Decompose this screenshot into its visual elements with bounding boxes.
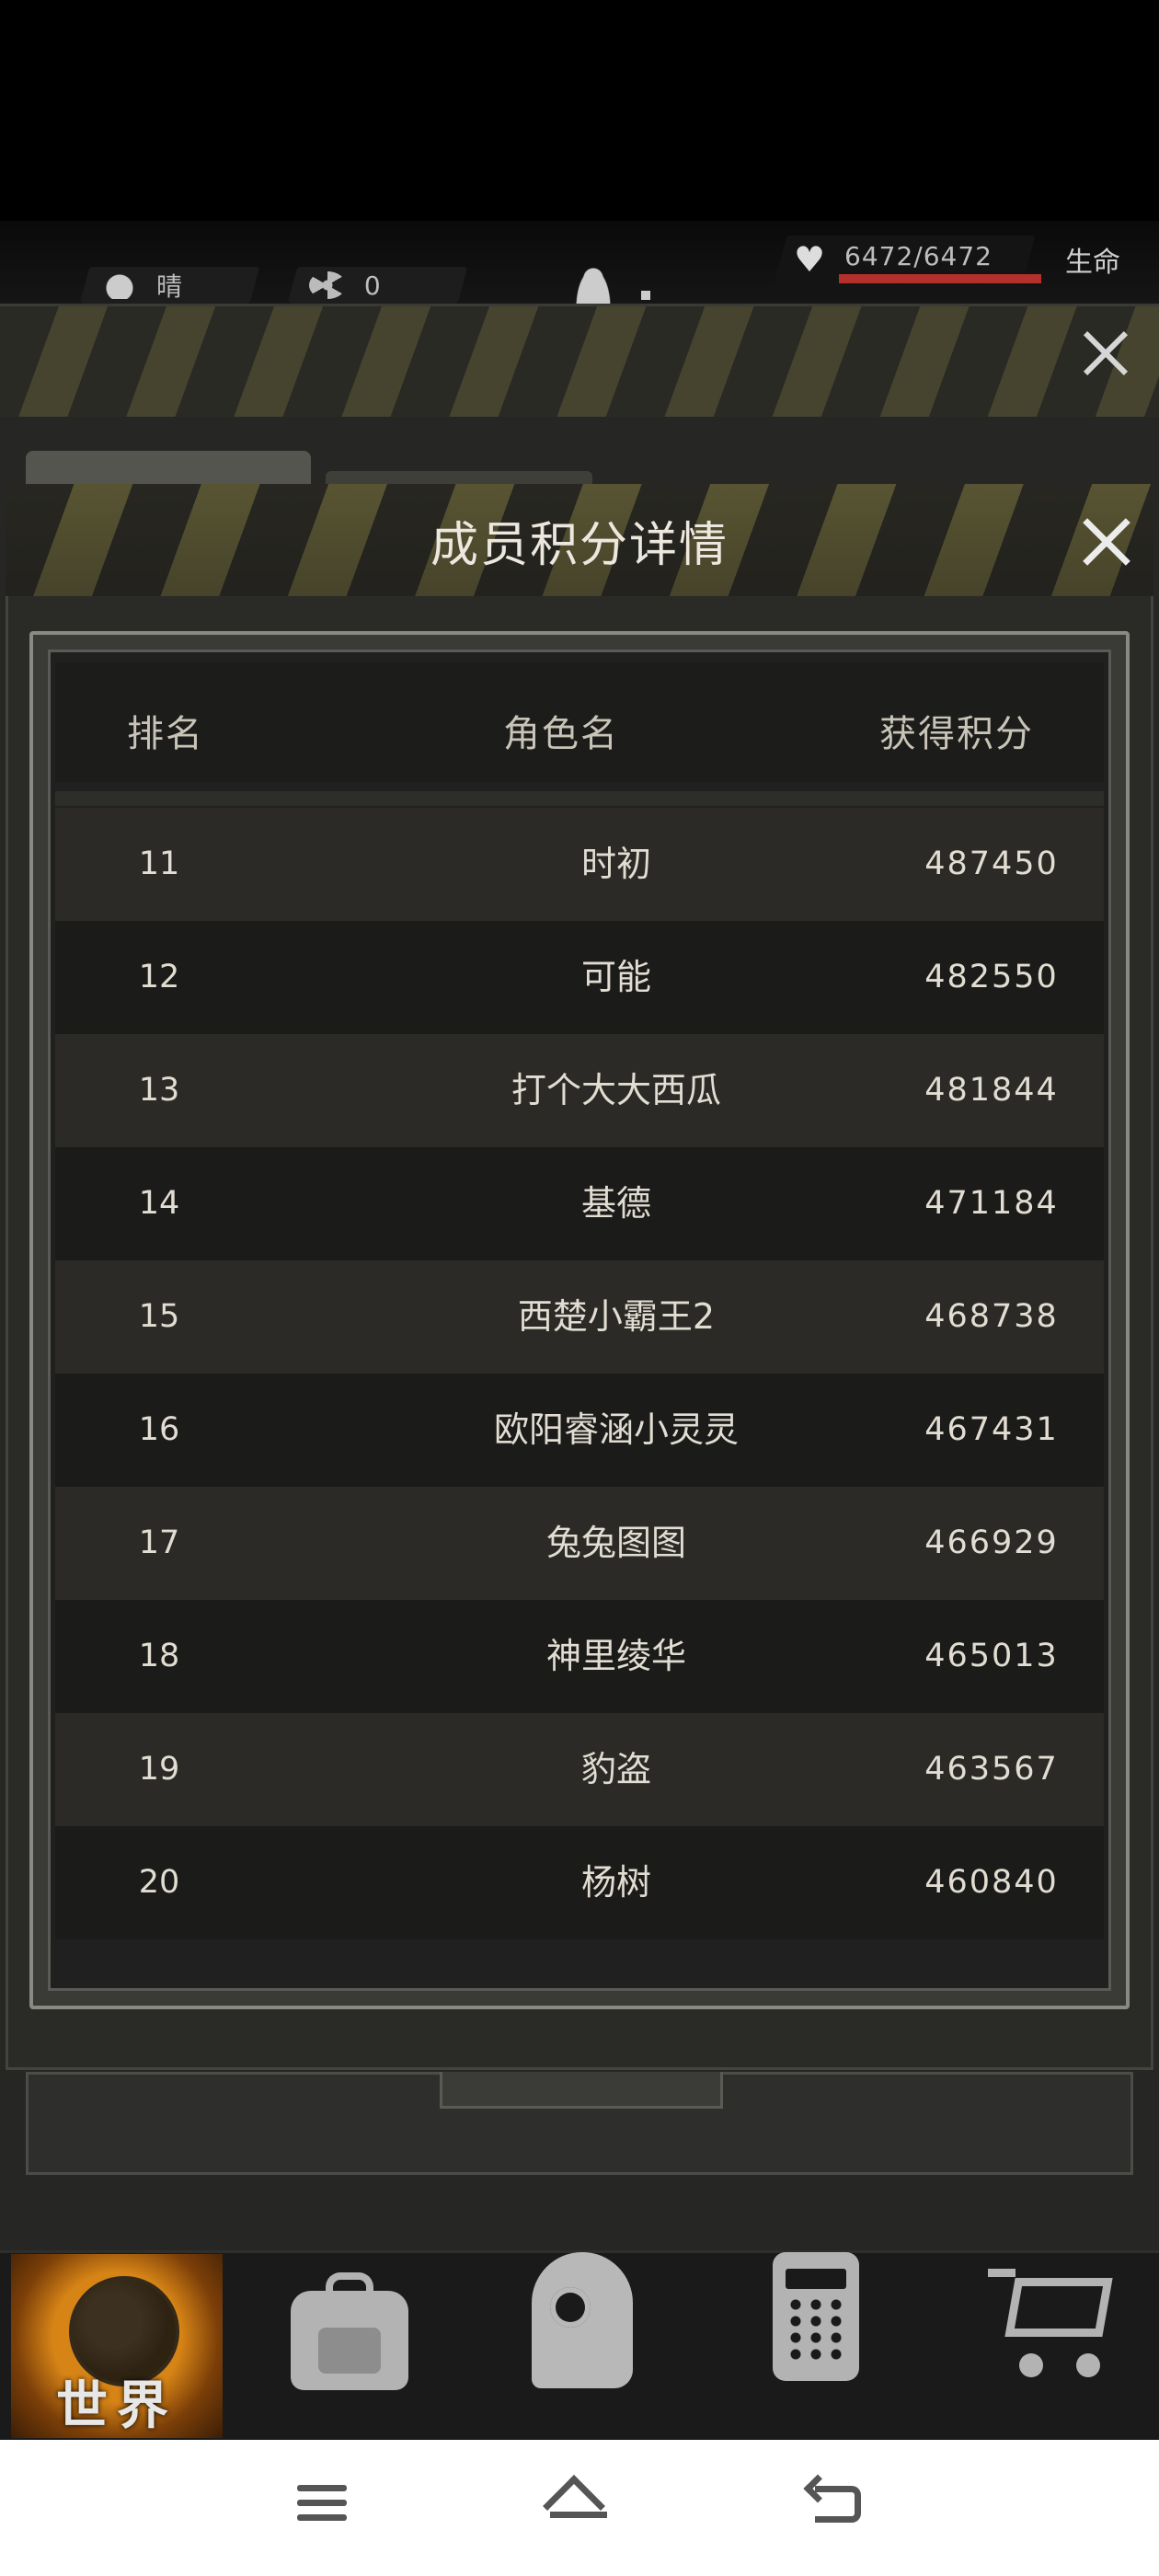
dialog-title: 成员积分详情 [430, 518, 729, 573]
hp-bar [839, 274, 1041, 283]
hp-label: 生命 [1065, 247, 1120, 279]
row-rank: 12 [138, 959, 180, 995]
close-icon[interactable] [1074, 510, 1139, 574]
backpack-icon[interactable] [291, 2272, 408, 2390]
column-header-rank: 排名 [127, 713, 204, 755]
person-indicator [641, 291, 650, 300]
row-score: 465013 [924, 1638, 1059, 1674]
row-name: 时初 [580, 844, 651, 884]
row-rank: 16 [138, 1411, 180, 1448]
person-icon [575, 267, 612, 304]
row-rank: 15 [138, 1298, 180, 1335]
background-button[interactable] [440, 2072, 723, 2109]
row-score: 487450 [924, 845, 1059, 882]
table-row[interactable]: 18 神里绫华 465013 [55, 1600, 1104, 1713]
row-name: 基德 [580, 1183, 651, 1224]
row-name: 杨树 [580, 1862, 651, 1903]
row-rank: 13 [138, 1072, 180, 1109]
background-panel-header [0, 306, 1159, 417]
row-score: 466929 [924, 1524, 1059, 1561]
menu-icon[interactable] [285, 2477, 359, 2541]
row-name: 西楚小霸王2 [517, 1296, 716, 1337]
table-row[interactable]: 17 兔兔图图 466929 [55, 1487, 1104, 1600]
row-rank: 14 [138, 1185, 180, 1222]
table-row[interactable]: 14 基德 471184 [55, 1147, 1104, 1260]
table-row[interactable]: 19 豹盗 463567 [55, 1713, 1104, 1826]
radiation-chip: 0 [287, 267, 468, 304]
row-score: 463567 [924, 1751, 1059, 1788]
row-score: 468738 [924, 1298, 1059, 1335]
weather-chip: 晴 [79, 267, 260, 304]
row-score: 467431 [924, 1411, 1059, 1448]
table-row[interactable]: 13 打个大大西瓜 481844 [55, 1034, 1104, 1147]
row-rank: 18 [138, 1638, 180, 1674]
gear-icon [550, 2287, 591, 2328]
background-close-icon[interactable] [1076, 324, 1135, 383]
cloud-sun-icon [101, 271, 138, 299]
table-row[interactable]: 20 杨树 460840 [55, 1826, 1104, 1939]
hp-bar-fill [839, 274, 1041, 283]
table-row[interactable]: 11 时初 487450 [55, 808, 1104, 921]
hp-value: 6472/6472 [844, 241, 993, 271]
weather-label: 晴 [156, 271, 183, 302]
row-rank: 20 [138, 1864, 180, 1901]
table-row[interactable]: 12 可能 482550 [55, 921, 1104, 1034]
row-rank: 17 [138, 1524, 180, 1561]
row-score: 471184 [924, 1185, 1059, 1222]
row-score: 481844 [924, 1072, 1059, 1109]
row-name: 兔兔图图 [545, 1523, 686, 1563]
background-tab[interactable] [26, 451, 311, 488]
table-row[interactable]: 15 西楚小霸王2 468738 [55, 1260, 1104, 1374]
home-icon[interactable] [543, 2475, 616, 2541]
nav-world-label: 世界 [56, 2376, 178, 2436]
radiation-icon [309, 271, 346, 299]
column-header-score: 获得积分 [879, 713, 1034, 755]
heart-pulse-icon: ♥ [793, 239, 826, 280]
radiation-value: 0 [364, 270, 381, 301]
row-rank: 19 [138, 1751, 180, 1788]
row-score: 482550 [924, 959, 1059, 995]
row-name: 打个大大西瓜 [511, 1070, 721, 1110]
row-rank: 11 [138, 845, 180, 882]
header-divider [55, 791, 1104, 806]
column-header-name: 角色名 [503, 713, 619, 755]
row-score: 460840 [924, 1864, 1059, 1901]
row-name: 神里绫华 [545, 1636, 686, 1676]
row-name: 豹盗 [580, 1749, 651, 1789]
nav-world-button[interactable]: 世界 [11, 2254, 223, 2438]
row-name: 可能 [580, 957, 651, 997]
table-row[interactable]: 16 欧阳睿涵小灵灵 467431 [55, 1374, 1104, 1487]
back-icon[interactable] [803, 2474, 879, 2541]
shop-cart-icon[interactable] [988, 2269, 1117, 2379]
row-name: 欧阳睿涵小灵灵 [493, 1409, 739, 1450]
